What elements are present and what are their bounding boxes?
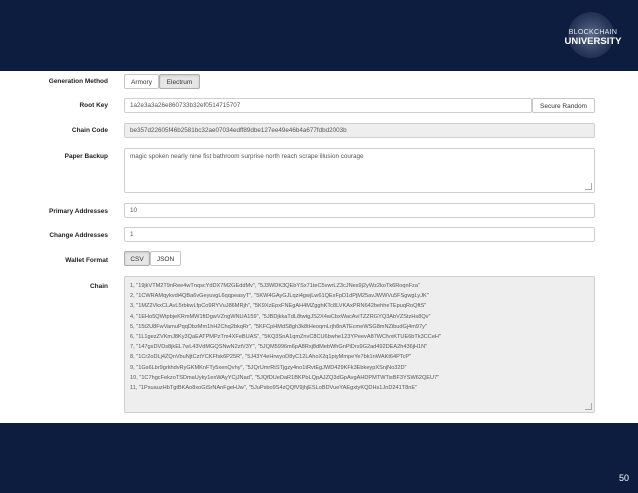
page-number: 50	[618, 473, 629, 483]
resize-handle-icon[interactable]	[585, 183, 592, 190]
header-bar: BLOCKCHAIN UNIVERSITY	[0, 0, 638, 71]
chain-line: 9, "1Gs6Lbr9grkhdvRyGKMKnFTy5xenQvhy", "…	[130, 364, 407, 371]
resize-handle-icon[interactable]	[585, 403, 592, 410]
wallet-format-label: Wallet Format	[65, 257, 108, 264]
chain-line: 8, "1Cr2oDLj4ZQnVbuNjtCztYCKFfsk6P25R", …	[130, 354, 412, 361]
secure-random-button[interactable]: Secure Random	[532, 98, 595, 113]
chain-label: Chain	[89, 283, 108, 290]
paper-backup-textarea[interactable]: magic spoken nearly nine fist bathroom s…	[124, 148, 595, 193]
logo-line-1: BLOCKCHAIN	[568, 29, 618, 36]
chain-line: 3, "1MZ2VkxCLAvL5rbkwLfpCo9RYVuJ86MRjh",…	[130, 303, 427, 310]
chain-code-field: be357d22605f46b2581bc32ae07034edff89dbe1…	[124, 123, 595, 138]
logo-line-2: UNIVERSITY	[564, 36, 622, 47]
chain-line: 11, "1PxuauzHbTgtBKAo8xoGiSrNAnFgeHJw", …	[130, 385, 418, 392]
change-addresses-input[interactable]: 1	[124, 227, 595, 242]
footer-bar: 50	[0, 423, 638, 493]
primary-addresses-input[interactable]: 10	[124, 203, 595, 218]
generation-method-label: Generation Method	[48, 78, 108, 85]
root-key-input[interactable]: 1a2e3a3a26e860733b32ef0514715707	[124, 98, 532, 113]
armory-button[interactable]: Armory	[124, 74, 159, 89]
chain-line: 7, "147gxDVDs8jkEL7wL43VdMGQSNwN2ztV3Y",…	[130, 344, 428, 351]
chain-line: 4, "1EHo5QWtpbjeKRmMW1ftDgwVZngWNUA159",…	[130, 313, 431, 320]
primary-addresses-label: Primary Addresses	[48, 208, 108, 215]
logo-text: BLOCKCHAIN UNIVERSITY	[561, 29, 625, 47]
paper-backup-text: magic spoken nearly nine fist bathroom s…	[130, 153, 364, 160]
chain-textarea[interactable]: 1, "19jkVTM2T9nRee4wTnqscYdDX7M2GEddMv",…	[124, 276, 595, 413]
chain-line: 6, "1L1gezZVKmJ8Ky3QaEATPMPzTm4XFeBUAS",…	[130, 334, 441, 341]
chain-line: 10, "1C7hgcFekzoTSDmaUyky1exWAyYCjJNad",…	[130, 374, 440, 381]
paper-backup-label: Paper Backup	[64, 153, 108, 160]
root-key-label: Root Key	[79, 102, 108, 109]
electrum-button[interactable]: Electrum	[159, 74, 200, 89]
chain-line: 2, "1CWRAMqykvdi4QBa6vGeyuvgL6qqpeasyT",…	[130, 293, 429, 300]
change-addresses-label: Change Addresses	[49, 232, 108, 239]
chain-code-label: Chain Code	[71, 127, 108, 134]
chain-line: 1, "19jkVTM2T9nRee4wTnqscYdDX7M2GEddMv",…	[130, 283, 420, 289]
chain-line: 5, "15t2U8FwVamuPqqDbzMm1hH2Chq2bkqRr", …	[130, 323, 427, 330]
json-button[interactable]: JSON	[150, 251, 181, 266]
csv-button[interactable]: CSV	[124, 251, 150, 266]
